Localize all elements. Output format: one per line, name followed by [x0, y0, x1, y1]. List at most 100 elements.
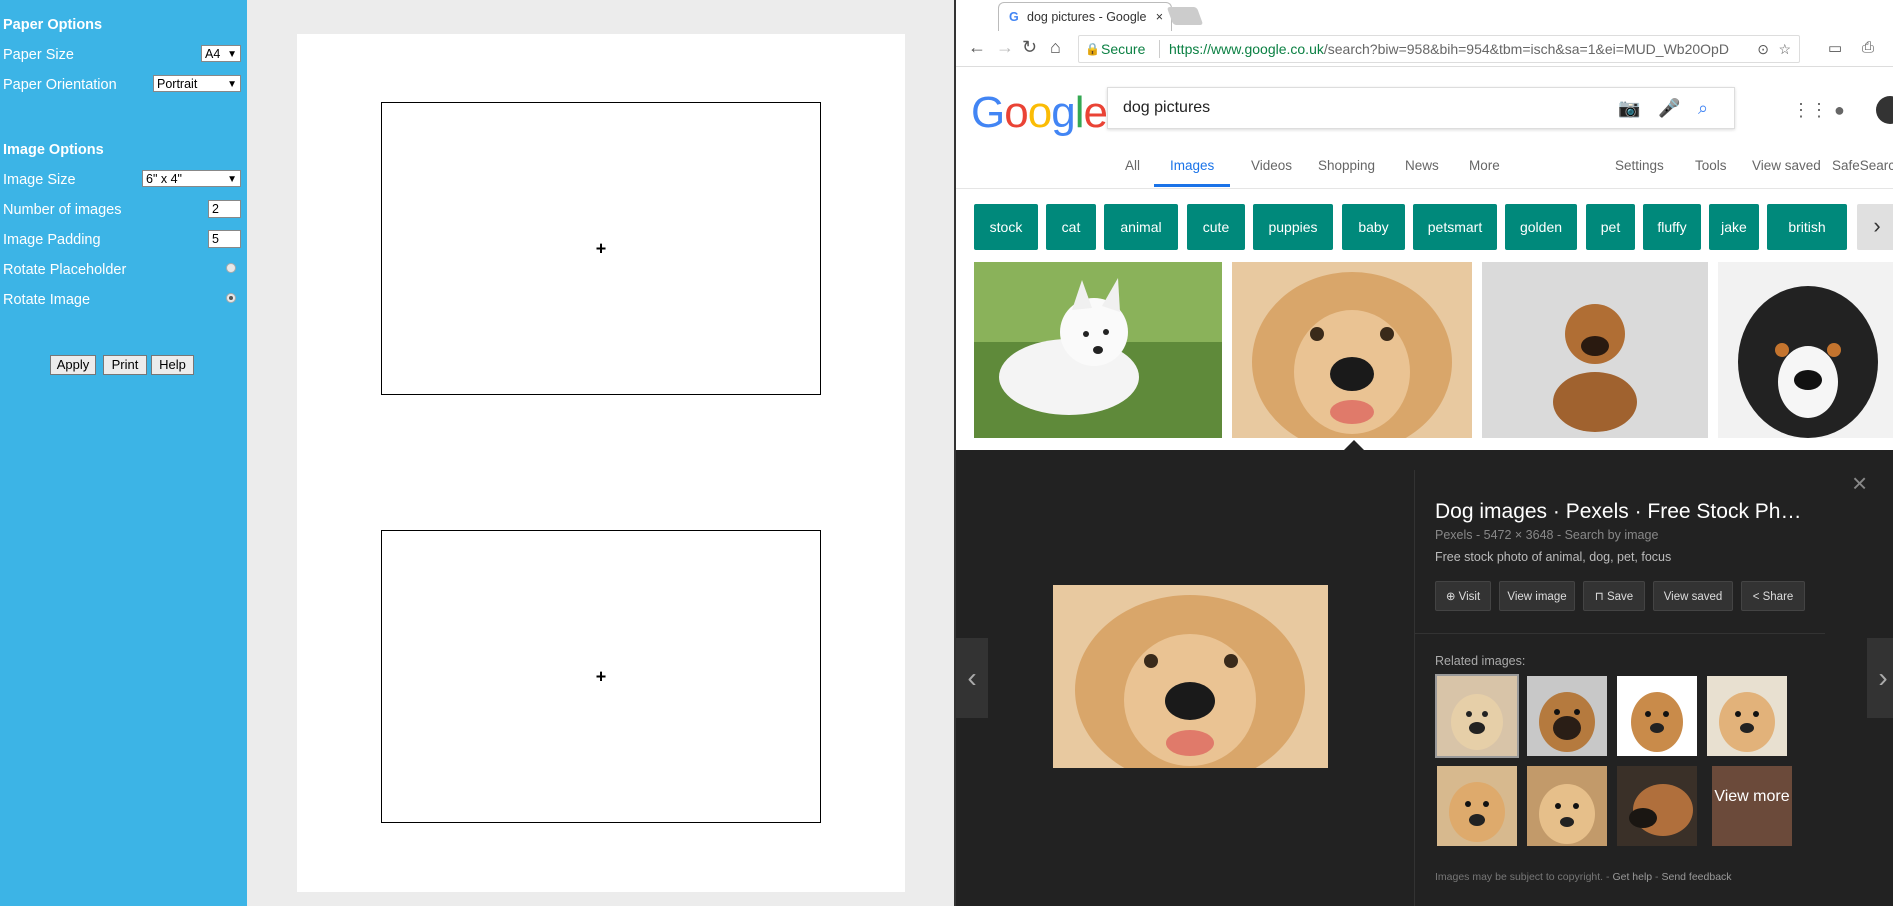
search-query: dog pictures — [1123, 99, 1211, 116]
microphone-icon[interactable]: 🎤 — [1658, 88, 1680, 128]
related-chip[interactable]: golden — [1505, 204, 1577, 250]
related-chip[interactable]: baby — [1342, 204, 1405, 250]
cast-icon[interactable]: ▭ — [1828, 39, 1842, 57]
related-image[interactable] — [1617, 766, 1697, 846]
tab-all[interactable]: All — [1125, 158, 1140, 173]
paper-orientation-select[interactable]: Portrait ▼ — [153, 75, 241, 92]
related-chip[interactable]: petsmart — [1413, 204, 1497, 250]
related-chip[interactable]: jake — [1709, 204, 1759, 250]
close-tab-icon[interactable]: × — [1156, 3, 1163, 31]
camera-icon[interactable]: 📷 — [1618, 88, 1640, 128]
related-chip[interactable]: cute — [1187, 204, 1245, 250]
browser-tab[interactable]: G dog pictures - Google Se × — [998, 2, 1172, 32]
reload-icon[interactable]: ↻ — [1022, 37, 1037, 58]
related-image[interactable] — [1707, 676, 1787, 756]
rotate-image-label: Rotate Image — [3, 292, 91, 308]
result-title[interactable]: Dog images · Pexels · Free Stock Ph… — [1435, 500, 1801, 524]
image-result[interactable] — [1232, 262, 1472, 438]
paper-orientation-value: Portrait — [157, 77, 198, 91]
image-result[interactable] — [1718, 262, 1893, 438]
image-size-label: Image Size — [3, 172, 76, 188]
forward-icon[interactable]: → — [996, 37, 1014, 58]
tab-safesearch[interactable]: SafeSearch — [1832, 158, 1893, 173]
tab-settings[interactable]: Settings — [1615, 158, 1664, 173]
previous-image-button[interactable]: ‹ — [956, 638, 988, 718]
visit-button[interactable]: ⊕ Visit — [1435, 581, 1491, 611]
plus-icon: + — [595, 666, 607, 686]
notifications-icon[interactable]: ● — [1834, 100, 1845, 121]
google-logo[interactable]: Google — [971, 88, 1108, 138]
related-chip[interactable]: british — [1767, 204, 1847, 250]
get-help-link[interactable]: Get help — [1612, 871, 1652, 883]
image-result[interactable] — [974, 262, 1222, 438]
panel-pointer — [1344, 440, 1364, 450]
divider — [956, 188, 1893, 189]
options-panel: Paper Options Paper Size A4 ▼ Paper Orien… — [0, 0, 247, 906]
apply-button[interactable]: Apply — [50, 355, 96, 375]
paper-preview: + + — [297, 34, 905, 892]
next-image-button[interactable]: › — [1867, 638, 1893, 718]
image-size-select[interactable]: 6" x 4" ▼ — [142, 170, 241, 187]
related-chip[interactable]: fluffy — [1643, 204, 1701, 250]
search-icon[interactable]: ⌕ — [1698, 88, 1708, 128]
related-chip[interactable]: animal — [1104, 204, 1178, 250]
view-image-button[interactable]: View image — [1499, 581, 1575, 611]
image-padding-input[interactable]: 5 — [208, 230, 241, 248]
related-chip[interactable]: pet — [1586, 204, 1635, 250]
rotate-image-radio[interactable] — [226, 293, 236, 303]
image-result[interactable] — [1482, 262, 1708, 438]
location-icon[interactable]: ⊙ — [1757, 36, 1769, 62]
rotate-placeholder-radio[interactable] — [226, 263, 236, 273]
view-saved-button[interactable]: View saved — [1653, 581, 1733, 611]
tab-more[interactable]: More — [1469, 158, 1500, 173]
tab-news[interactable]: News — [1405, 158, 1439, 173]
back-icon[interactable]: ← — [968, 37, 986, 58]
secure-label: Secure — [1101, 41, 1146, 57]
tab-tools[interactable]: Tools — [1695, 158, 1727, 173]
save-button[interactable]: ⊓ Save — [1583, 581, 1645, 611]
apps-grid-icon[interactable]: ⋮⋮ — [1792, 100, 1828, 121]
related-image[interactable] — [1617, 676, 1697, 756]
image-placeholder[interactable]: + — [381, 530, 821, 823]
tab-images[interactable]: Images — [1170, 158, 1214, 173]
rotate-placeholder-label: Rotate Placeholder — [3, 262, 127, 278]
printer-icon[interactable]: ⎙ — [1862, 39, 1874, 56]
tab-view-saved[interactable]: View saved — [1752, 158, 1821, 173]
number-of-images-input[interactable]: 2 — [208, 200, 241, 218]
help-button[interactable]: Help — [151, 355, 194, 375]
search-box[interactable]: dog pictures 📷 🎤 ⌕ — [1107, 87, 1735, 129]
image-placeholder[interactable]: + — [381, 102, 821, 395]
avatar[interactable] — [1876, 96, 1893, 124]
lock-icon: 🔒 — [1085, 42, 1100, 56]
url-host: https://www.google.co.uk — [1169, 41, 1324, 57]
share-button[interactable]: < Share — [1741, 581, 1805, 611]
bookmark-star-icon[interactable]: ☆ — [1778, 36, 1791, 62]
tab-videos[interactable]: Videos — [1251, 158, 1292, 173]
related-image[interactable] — [1435, 674, 1519, 758]
related-chip[interactable]: puppies — [1253, 204, 1333, 250]
copyright-note: Images may be subject to copyright. — [1435, 871, 1604, 883]
print-button[interactable]: Print — [103, 355, 147, 375]
related-chip[interactable]: stock — [974, 204, 1038, 250]
tab-bar: G dog pictures - Google Se × — [956, 0, 1893, 32]
detail-footer: Images may be subject to copyright. - Ge… — [1435, 871, 1732, 883]
related-image[interactable] — [1437, 766, 1517, 846]
preview-image[interactable] — [1053, 585, 1328, 768]
visit-button-label: Visit — [1458, 591, 1481, 603]
related-chip[interactable]: cat — [1046, 204, 1096, 250]
related-image[interactable] — [1527, 766, 1607, 846]
chevron-right-icon[interactable]: › — [1857, 204, 1893, 250]
new-tab-button[interactable] — [1166, 7, 1204, 25]
home-icon[interactable]: ⌂ — [1050, 37, 1061, 58]
view-more-button[interactable]: View more — [1712, 766, 1792, 846]
google-favicon-icon: G — [1009, 10, 1019, 24]
image-options-heading: Image Options — [3, 142, 104, 158]
paper-size-select[interactable]: A4 ▼ — [201, 45, 241, 62]
chevron-down-icon: ▼ — [227, 174, 237, 185]
tab-shopping[interactable]: Shopping — [1318, 158, 1375, 173]
address-bar[interactable]: 🔒 Secure https://www.google.co.uk/search… — [1078, 35, 1800, 63]
send-feedback-link[interactable]: Send feedback — [1661, 871, 1731, 883]
close-icon[interactable]: × — [1852, 468, 1867, 499]
related-image[interactable] — [1527, 676, 1607, 756]
share-button-label: Share — [1762, 591, 1794, 603]
